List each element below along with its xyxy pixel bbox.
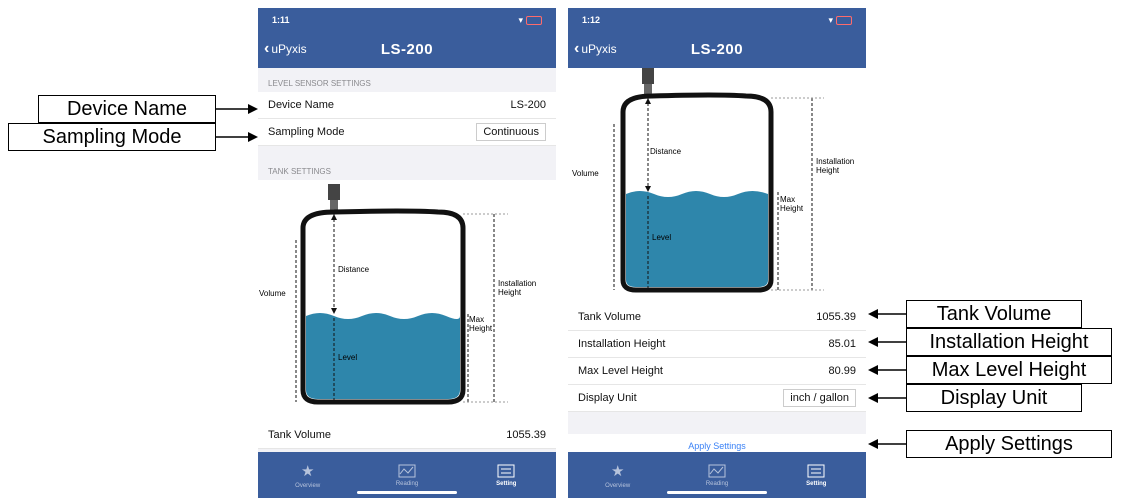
arrow-installation-height	[868, 337, 908, 347]
status-bar: 1:11 ▾	[258, 8, 556, 32]
tank-volume-value-2[interactable]: 1055.39	[816, 311, 856, 323]
nav-bar-2: ‹ uPyxis LS-200	[568, 32, 866, 68]
tank-diagram-svg-2: Distance Level Volume Max Height Installa…	[572, 68, 854, 293]
tab-setting-label-2: Setting	[806, 480, 827, 487]
tab-overview-2[interactable]: ★ Overview	[568, 452, 667, 498]
diagram-label-level: Level	[338, 353, 357, 362]
installation-height-label: Installation Height	[578, 338, 666, 350]
settings-icon	[497, 464, 515, 477]
callout-apply-settings: Apply Settings	[906, 430, 1112, 458]
diagram-label-max-height: Max Height	[469, 315, 493, 333]
sampling-mode-select[interactable]: Continuous	[476, 123, 546, 141]
arrow-tank-volume	[868, 309, 908, 319]
arrow-sampling-mode	[216, 132, 258, 142]
sensor-icon	[328, 184, 340, 200]
tab-overview-label: Overview	[295, 482, 321, 489]
tank-volume-value[interactable]: 1055.39	[506, 429, 546, 441]
phone-screen-tank: 1:12 ▾ ‹ uPyxis LS-200 Distance Level Vo…	[568, 8, 866, 498]
nav-bar: ‹ uPyxis LS-200	[258, 32, 556, 68]
installation-height-row[interactable]: Installation Height 85.01	[568, 331, 866, 358]
device-name-label: Device Name	[268, 99, 335, 111]
status-icons-2: ▾	[828, 15, 852, 26]
tab-reading-label: Reading	[395, 480, 419, 487]
phone-screen-settings: 1:11 ▾ ‹ uPyxis LS-200 LEVEL SENSOR SETT…	[258, 8, 556, 498]
tank-volume-row[interactable]: Tank Volume 1055.39	[258, 422, 556, 449]
tank-volume-row-2[interactable]: Tank Volume 1055.39	[568, 304, 866, 331]
tab-overview[interactable]: ★ Overview	[258, 452, 357, 498]
battery-icon	[836, 15, 852, 25]
tank-diagram: Distance Level Volume Max Height Installa…	[258, 180, 556, 422]
water-level	[306, 313, 460, 399]
arrow-apply-settings	[868, 439, 908, 449]
diagram-label-installation-height: Installation Height	[498, 279, 536, 297]
callout-max-level-height: Max Level Height	[906, 356, 1112, 384]
wifi-icon: ▾	[518, 14, 523, 25]
tab-setting[interactable]: Setting	[457, 452, 556, 498]
star-icon: ★	[300, 462, 315, 480]
chart-icon	[398, 464, 416, 477]
tank-diagram-2: Distance Level Volume Max Height Installa…	[568, 68, 866, 304]
status-time-2: 1:12	[582, 15, 601, 25]
section-header-tank: TANK SETTINGS	[268, 167, 331, 176]
battery-icon	[526, 15, 542, 25]
device-name-row[interactable]: Device Name LS-200	[258, 92, 556, 119]
tank-diagram-svg: Distance Level Volume Max Height Installa…	[259, 184, 536, 405]
status-time: 1:11	[272, 15, 290, 25]
tank-volume-label: Tank Volume	[268, 429, 331, 441]
diagram-label-distance-2: Distance	[650, 147, 682, 156]
page-title-2: LS-200	[690, 41, 744, 58]
arrow-display-unit	[868, 393, 908, 403]
diagram-label-max-height-2: Max Height	[780, 195, 804, 213]
tab-setting-2[interactable]: Setting	[767, 452, 866, 498]
diagram-label-distance: Distance	[338, 265, 370, 274]
sampling-mode-label: Sampling Mode	[268, 126, 345, 138]
tab-bar: ★ Overview Reading Setting	[258, 452, 556, 498]
display-unit-row[interactable]: Display Unit inch / gallon	[568, 385, 866, 412]
callout-tank-volume: Tank Volume	[906, 300, 1082, 328]
callout-display-unit: Display Unit	[906, 384, 1082, 412]
sensor-icon	[642, 68, 654, 84]
tank-volume-label-2: Tank Volume	[578, 311, 641, 323]
home-indicator-2	[667, 491, 767, 494]
tab-reading-label-2: Reading	[705, 480, 729, 487]
callout-sampling-mode: Sampling Mode	[8, 123, 216, 151]
section-header-level-sensor: LEVEL SENSOR SETTINGS	[268, 79, 371, 88]
max-level-height-label: Max Level Height	[578, 365, 663, 377]
device-name-value[interactable]: LS-200	[511, 99, 546, 111]
settings-icon	[807, 464, 825, 477]
status-icons: ▾	[518, 15, 542, 26]
installation-height-value[interactable]: 85.01	[828, 338, 856, 350]
page-title: LS-200	[380, 41, 434, 58]
arrow-device-name	[216, 104, 258, 114]
wifi-icon: ▾	[828, 14, 833, 25]
diagram-label-level-2: Level	[652, 233, 671, 242]
sampling-mode-row[interactable]: Sampling Mode Continuous	[258, 119, 556, 146]
diagram-label-volume: Volume	[259, 289, 286, 298]
arrow-max-level-height	[868, 365, 908, 375]
tab-setting-label: Setting	[496, 480, 517, 487]
display-unit-label: Display Unit	[578, 392, 637, 404]
callout-device-name: Device Name	[38, 95, 216, 123]
status-bar-2: 1:12 ▾	[568, 8, 866, 32]
callout-installation-height: Installation Height	[906, 328, 1112, 356]
water-level	[626, 191, 768, 287]
chart-icon	[708, 464, 726, 477]
diagram-label-volume-2: Volume	[572, 169, 599, 178]
tab-bar-2: ★ Overview Reading Setting	[568, 452, 866, 498]
diagram-label-installation-height-2: Installation Height	[816, 157, 854, 175]
tab-overview-label-2: Overview	[605, 482, 631, 489]
max-level-height-row[interactable]: Max Level Height 80.99	[568, 358, 866, 385]
max-level-height-value[interactable]: 80.99	[828, 365, 856, 377]
display-unit-select[interactable]: inch / gallon	[783, 389, 856, 407]
home-indicator	[357, 491, 457, 494]
star-icon: ★	[610, 462, 625, 480]
